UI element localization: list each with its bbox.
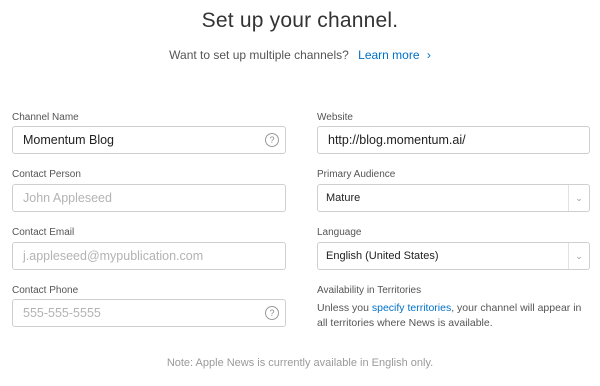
- availability-label: Availability in Territories: [317, 285, 422, 296]
- channel-name-value: Momentum Blog: [23, 133, 115, 147]
- channel-name-label: Channel Name: [12, 112, 79, 123]
- primary-audience-value: Mature: [326, 192, 361, 204]
- availability-text-before: Unless you: [317, 302, 372, 314]
- website-value: http://blog.momentum.ai/: [328, 133, 466, 147]
- language-value: English (United States): [326, 250, 439, 262]
- website-label: Website: [317, 112, 353, 123]
- chevron-right-icon: ›: [426, 48, 431, 62]
- help-icon[interactable]: ?: [265, 133, 279, 147]
- language-label: Language: [317, 227, 362, 238]
- contact-phone-field[interactable]: 555-555-5555 ?: [12, 299, 286, 327]
- channel-name-field[interactable]: Momentum Blog ?: [12, 126, 286, 154]
- availability-description: Unless you specify territories, your cha…: [317, 301, 593, 331]
- contact-email-field[interactable]: j.appleseed@mypublication.com: [12, 242, 286, 270]
- chevron-down-icon: ⌄: [568, 185, 589, 211]
- help-icon[interactable]: ?: [265, 306, 279, 320]
- website-field[interactable]: http://blog.momentum.ai/: [317, 126, 590, 154]
- contact-email-placeholder: j.appleseed@mypublication.com: [23, 249, 204, 263]
- contact-phone-label: Contact Phone: [12, 285, 79, 296]
- specify-territories-link[interactable]: specify territories: [372, 302, 451, 314]
- language-note: Note: Apple News is currently available …: [166, 357, 434, 369]
- primary-audience-select[interactable]: Mature ⌄: [317, 184, 590, 212]
- contact-person-placeholder: John Appleseed: [23, 191, 112, 205]
- contact-person-field[interactable]: John Appleseed: [12, 184, 286, 212]
- multiple-channels-prompt: Want to set up multiple channels? Learn …: [0, 48, 600, 62]
- channel-setup-page: Set up your channel. Want to set up mult…: [0, 0, 600, 386]
- learn-more-label: Learn more: [358, 48, 420, 62]
- page-title: Set up your channel.: [201, 9, 399, 32]
- contact-person-label: Contact Person: [12, 169, 81, 180]
- learn-more-link[interactable]: Learn more ›: [358, 48, 431, 62]
- primary-audience-label: Primary Audience: [317, 169, 396, 180]
- language-select[interactable]: English (United States) ⌄: [317, 242, 590, 270]
- multiple-channels-text: Want to set up multiple channels?: [169, 48, 349, 62]
- contact-email-label: Contact Email: [12, 227, 75, 238]
- contact-phone-placeholder: 555-555-5555: [23, 306, 101, 320]
- chevron-down-icon: ⌄: [568, 243, 589, 269]
